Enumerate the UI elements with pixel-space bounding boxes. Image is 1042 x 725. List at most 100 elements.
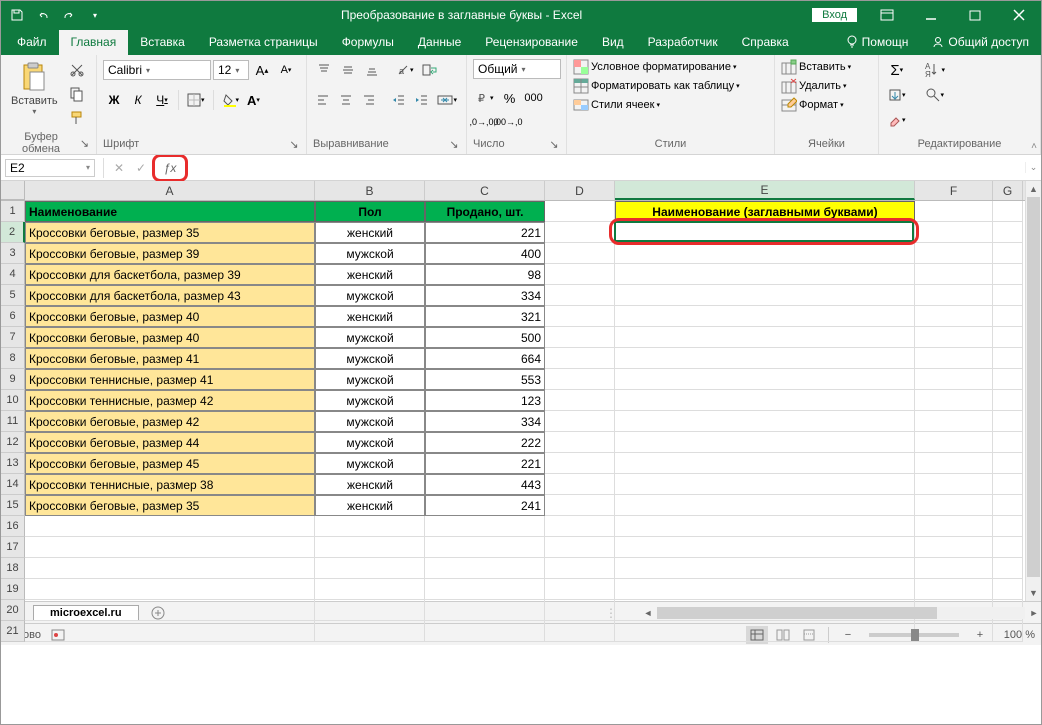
cell[interactable] bbox=[915, 264, 993, 285]
cell[interactable] bbox=[915, 285, 993, 306]
cell[interactable] bbox=[545, 369, 615, 390]
cell[interactable] bbox=[615, 306, 915, 327]
font-dialog-launcher[interactable]: ↘ bbox=[288, 138, 300, 150]
cell[interactable] bbox=[615, 537, 915, 558]
cell[interactable] bbox=[993, 579, 1023, 600]
cell[interactable] bbox=[615, 327, 915, 348]
cell[interactable] bbox=[993, 495, 1023, 516]
cell[interactable] bbox=[315, 621, 425, 642]
tab-developer[interactable]: Разработчик bbox=[636, 30, 730, 55]
cell[interactable] bbox=[545, 243, 615, 264]
cell[interactable] bbox=[25, 621, 315, 642]
cell[interactable] bbox=[993, 369, 1023, 390]
cell[interactable] bbox=[545, 285, 615, 306]
cell[interactable] bbox=[615, 474, 915, 495]
qat-customize-icon[interactable]: ▾ bbox=[83, 4, 107, 26]
sign-in-button[interactable]: Вход bbox=[812, 8, 857, 22]
cell[interactable] bbox=[545, 621, 615, 642]
cell[interactable] bbox=[545, 579, 615, 600]
cell[interactable] bbox=[545, 348, 615, 369]
cell[interactable] bbox=[545, 474, 615, 495]
cell[interactable]: женский bbox=[315, 222, 425, 243]
row-header[interactable]: 18 bbox=[1, 558, 25, 579]
col-header-D[interactable]: D bbox=[545, 181, 615, 200]
row-header[interactable]: 13 bbox=[1, 453, 25, 474]
col-header-C[interactable]: C bbox=[425, 181, 545, 200]
cell[interactable] bbox=[915, 432, 993, 453]
cell-styles-button[interactable]: Стили ячеек▾ bbox=[573, 97, 768, 113]
cell[interactable]: Кроссовки теннисные, размер 41 bbox=[25, 369, 315, 390]
cell[interactable] bbox=[25, 558, 315, 579]
font-name-combo[interactable]: Calibri▾ bbox=[103, 60, 211, 80]
row-header[interactable]: 15 bbox=[1, 495, 25, 516]
cell[interactable] bbox=[615, 264, 915, 285]
cell[interactable]: Кроссовки беговые, размер 44 bbox=[25, 432, 315, 453]
tab-formulas[interactable]: Формулы bbox=[330, 30, 406, 55]
decrease-decimal-icon[interactable]: ,00→,0 bbox=[497, 111, 519, 133]
row-header[interactable]: 8 bbox=[1, 348, 25, 369]
minimize-icon[interactable] bbox=[909, 1, 953, 29]
cell[interactable] bbox=[915, 306, 993, 327]
cell[interactable] bbox=[993, 621, 1023, 642]
cell[interactable] bbox=[545, 222, 615, 243]
cell[interactable] bbox=[615, 579, 915, 600]
cell[interactable] bbox=[615, 411, 915, 432]
clear-icon[interactable]: ▾ bbox=[885, 109, 909, 131]
cell[interactable] bbox=[545, 264, 615, 285]
cell[interactable] bbox=[315, 537, 425, 558]
cell[interactable]: 221 bbox=[425, 453, 545, 474]
formula-input[interactable] bbox=[188, 159, 1025, 177]
row-header[interactable]: 4 bbox=[1, 264, 25, 285]
cell[interactable] bbox=[615, 243, 915, 264]
cell[interactable] bbox=[545, 453, 615, 474]
cell[interactable]: Кроссовки для баскетбола, размер 39 bbox=[25, 264, 315, 285]
cell[interactable] bbox=[425, 621, 545, 642]
cell[interactable] bbox=[315, 558, 425, 579]
row-header[interactable]: 12 bbox=[1, 432, 25, 453]
tab-file[interactable]: Файл bbox=[5, 30, 59, 55]
row-header[interactable]: 11 bbox=[1, 411, 25, 432]
cell[interactable] bbox=[545, 201, 615, 222]
italic-button[interactable]: К bbox=[127, 89, 149, 111]
row-header[interactable]: 14 bbox=[1, 474, 25, 495]
select-all-corner[interactable] bbox=[1, 181, 25, 200]
row-header[interactable]: 6 bbox=[1, 306, 25, 327]
cell[interactable]: 664 bbox=[425, 348, 545, 369]
cell[interactable]: мужской bbox=[315, 327, 425, 348]
cell[interactable] bbox=[315, 579, 425, 600]
cell[interactable] bbox=[915, 348, 993, 369]
row-header[interactable]: 7 bbox=[1, 327, 25, 348]
cell[interactable] bbox=[545, 390, 615, 411]
cell[interactable] bbox=[615, 516, 915, 537]
zoom-slider[interactable] bbox=[869, 633, 959, 637]
cell[interactable]: мужской bbox=[315, 243, 425, 264]
cell[interactable] bbox=[993, 348, 1023, 369]
cell[interactable] bbox=[25, 600, 315, 621]
format-as-table-button[interactable]: Форматировать как таблицу▾ bbox=[573, 78, 768, 94]
cell[interactable] bbox=[425, 516, 545, 537]
cell[interactable] bbox=[993, 222, 1023, 243]
cell[interactable] bbox=[993, 411, 1023, 432]
tab-insert[interactable]: Вставка bbox=[128, 30, 197, 55]
cancel-formula-icon[interactable]: ✕ bbox=[108, 157, 130, 179]
cell[interactable] bbox=[915, 243, 993, 264]
cell[interactable]: Кроссовки беговые, размер 40 bbox=[25, 327, 315, 348]
clipboard-dialog-launcher[interactable]: ↘ bbox=[79, 137, 90, 149]
cell[interactable] bbox=[915, 537, 993, 558]
cell[interactable] bbox=[545, 558, 615, 579]
delete-cells-button[interactable]: Удалить▾ bbox=[781, 78, 872, 94]
copy-icon[interactable] bbox=[66, 83, 88, 105]
save-icon[interactable] bbox=[5, 4, 29, 26]
cell[interactable]: Кроссовки для баскетбола, размер 43 bbox=[25, 285, 315, 306]
cell[interactable] bbox=[915, 411, 993, 432]
enter-formula-icon[interactable]: ✓ bbox=[130, 157, 152, 179]
cell[interactable] bbox=[25, 579, 315, 600]
cell[interactable]: Продано, шт. bbox=[425, 201, 545, 222]
cell[interactable] bbox=[915, 390, 993, 411]
autosum-icon[interactable]: Σ▾ bbox=[885, 59, 909, 81]
name-box[interactable]: E2▾ bbox=[5, 159, 95, 177]
cell[interactable] bbox=[993, 432, 1023, 453]
cell[interactable]: Кроссовки беговые, размер 42 bbox=[25, 411, 315, 432]
cell[interactable]: 222 bbox=[425, 432, 545, 453]
maximize-icon[interactable] bbox=[953, 1, 997, 29]
